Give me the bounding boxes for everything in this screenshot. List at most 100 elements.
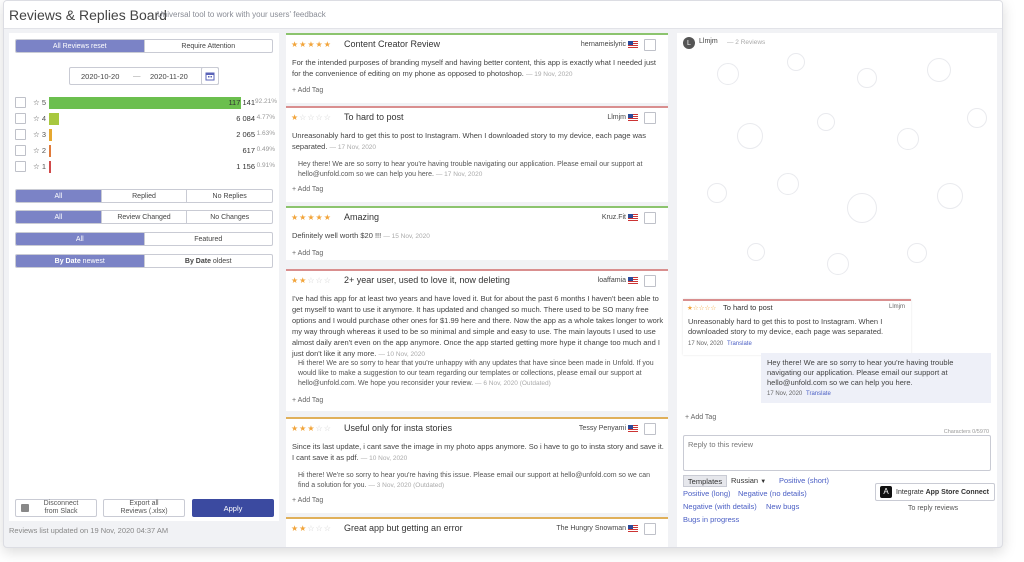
- rating-checkbox[interactable]: [15, 97, 26, 108]
- review-author[interactable]: loaffamia: [598, 277, 626, 284]
- rating-count: 117 141: [228, 98, 255, 107]
- rating-row[interactable]: ☆ 4 6 084 4.77%: [15, 113, 275, 125]
- review-stars: ★★★★★: [291, 40, 332, 49]
- review-date: — 19 Nov, 2020: [525, 71, 573, 78]
- feature-filter-toggle: All Featured: [15, 232, 273, 246]
- decorative-doodle-icon: [707, 183, 727, 203]
- reply-textarea[interactable]: Reply to this review: [683, 435, 991, 471]
- reset-link[interactable]: reset: [91, 43, 107, 50]
- rating-checkbox[interactable]: [15, 145, 26, 156]
- review-card[interactable]: ★☆☆☆☆ To hard to post Llmjm Unreasonably ha…: [286, 106, 668, 202]
- review-author[interactable]: The Hungry Snowman: [556, 525, 626, 532]
- all-reviews-option[interactable]: All Reviews reset: [16, 40, 145, 52]
- template-new-bugs[interactable]: New bugs: [766, 502, 799, 511]
- review-stars: ★☆☆☆☆: [291, 113, 332, 122]
- sort-oldest[interactable]: By Date oldest: [145, 255, 273, 267]
- sort-newest-rest: newest: [82, 257, 105, 265]
- date-range-field[interactable]: 2020-10-20 — 2020-11-20: [69, 67, 219, 85]
- change-filter-all[interactable]: All: [16, 211, 102, 223]
- integrate-app-store-button[interactable]: A Integrate App Store Connect: [875, 483, 995, 501]
- panel-review-translate[interactable]: Translate: [727, 341, 752, 347]
- review-date: — 10 Nov, 2020: [378, 351, 425, 358]
- panel-reply-translate[interactable]: Translate: [806, 391, 831, 397]
- add-tag-button[interactable]: + Add Tag: [292, 87, 323, 94]
- feature-filter-all[interactable]: All: [16, 233, 145, 245]
- calendar-icon[interactable]: [201, 67, 219, 85]
- templates-button[interactable]: Templates: [683, 475, 727, 487]
- disconnect-slack-button[interactable]: Disconnect from Slack: [15, 499, 97, 517]
- template-negative-with-details[interactable]: Negative (with details): [683, 502, 757, 511]
- rating-row[interactable]: ☆ 3 2 065 1.63%: [15, 129, 275, 141]
- review-author[interactable]: Tessy Penyami: [579, 425, 626, 432]
- panel-username[interactable]: Llmjm: [699, 38, 718, 45]
- sort-newest[interactable]: By Date newest: [16, 255, 145, 267]
- template-negative-no-details[interactable]: Negative (no details): [738, 489, 807, 498]
- panel-reply-body: Hey there! We are so sorry to hear you'r…: [767, 358, 954, 387]
- review-card[interactable]: ★★☆☆☆ Great app but getting an error The H…: [286, 517, 668, 547]
- rating-bar: [49, 145, 51, 157]
- review-card[interactable]: ★★★★★ Amazing Kruz.Fit Definitely well wort…: [286, 206, 668, 260]
- decorative-doodle-icon: [857, 68, 877, 88]
- us-flag-icon: [628, 277, 638, 284]
- rating-percent: 0.49%: [256, 146, 275, 153]
- change-filter-no-changes[interactable]: No Changes: [187, 211, 272, 223]
- review-title: Content Creator Review: [344, 39, 441, 49]
- apply-button[interactable]: Apply: [192, 499, 274, 517]
- add-tag-button[interactable]: + Add Tag: [292, 497, 323, 504]
- review-author[interactable]: Llmjm: [607, 114, 626, 121]
- decorative-doodle-icon: [927, 58, 951, 82]
- rating-row[interactable]: ☆ 2 617 0.49%: [15, 145, 275, 157]
- integrate-bold: App Store Connect: [925, 488, 989, 496]
- rating-bar: [49, 129, 52, 141]
- add-tag-button[interactable]: + Add Tag: [292, 186, 323, 193]
- app-header: Reviews & Replies Board Universal tool t…: [4, 1, 1002, 29]
- review-author[interactable]: Kruz.Fit: [602, 214, 626, 221]
- reply-date: — 6 Nov, 2020 (Outdated): [475, 380, 551, 387]
- feature-filter-featured[interactable]: Featured: [145, 233, 273, 245]
- rating-bar: [49, 161, 51, 173]
- rating-percent: 1.63%: [256, 130, 275, 137]
- rating-label: ☆ 1: [33, 162, 46, 171]
- review-title: Great app but getting an error: [344, 523, 463, 533]
- template-bugs-in-progress[interactable]: Bugs in progress: [683, 515, 739, 524]
- change-filter-review-changed[interactable]: Review Changed: [102, 211, 188, 223]
- export-reviews-button[interactable]: Export all Reviews (.xlsx): [103, 499, 185, 517]
- review-reply: Hey there! We are so sorry to hear you'r…: [298, 161, 643, 178]
- template-positive-long[interactable]: Positive (long): [683, 489, 731, 498]
- rating-label: ☆ 2: [33, 146, 46, 155]
- reviews-list[interactable]: ★★★★★ Content Creator Review hernameislyri…: [283, 33, 671, 547]
- review-checkbox[interactable]: [644, 39, 656, 51]
- rating-row[interactable]: ☆ 5 117 141 92.21%: [15, 97, 277, 109]
- review-card[interactable]: ★★☆☆☆ 2+ year user, used to love it, now …: [286, 269, 668, 411]
- integrate-prefix: Integrate: [896, 488, 924, 496]
- rating-checkbox[interactable]: [15, 129, 26, 140]
- panel-add-tag-button[interactable]: + Add Tag: [685, 414, 716, 421]
- rating-bar: [49, 113, 59, 125]
- review-checkbox[interactable]: [644, 212, 656, 224]
- add-tag-button[interactable]: + Add Tag: [292, 397, 323, 404]
- review-author[interactable]: hernameislyric: [581, 41, 626, 48]
- review-title: To hard to post: [344, 112, 404, 122]
- rating-row[interactable]: ☆ 1 1 156 0.91%: [15, 161, 275, 173]
- reply-filter-no-replies[interactable]: No Replies: [187, 190, 272, 202]
- date-to[interactable]: 2020-11-20: [150, 72, 188, 81]
- review-checkbox[interactable]: [644, 523, 656, 535]
- language-select[interactable]: Russian ▼: [731, 476, 766, 485]
- reply-filter-replied[interactable]: Replied: [102, 190, 188, 202]
- rating-checkbox[interactable]: [15, 113, 26, 124]
- decorative-doodle-icon: [777, 173, 799, 195]
- review-card[interactable]: ★★★★★ Content Creator Review hernameislyri…: [286, 33, 668, 103]
- reply-filter-all[interactable]: All: [16, 190, 102, 202]
- add-tag-button[interactable]: + Add Tag: [292, 250, 323, 257]
- review-checkbox[interactable]: [644, 423, 656, 435]
- date-from[interactable]: 2020-10-20: [81, 72, 119, 81]
- rating-checkbox[interactable]: [15, 161, 26, 172]
- panel-review-author: Llmjm: [889, 304, 905, 310]
- require-attention-option[interactable]: Require Attention: [145, 40, 273, 52]
- template-positive-short[interactable]: Positive (short): [779, 476, 829, 485]
- rating-percent: 4.77%: [256, 114, 275, 121]
- review-body: Since its last update, i cant save the i…: [292, 442, 664, 462]
- review-checkbox[interactable]: [644, 112, 656, 124]
- review-card[interactable]: ★★★☆☆ Useful only for insta stories Tessy …: [286, 417, 668, 513]
- review-checkbox[interactable]: [644, 275, 656, 287]
